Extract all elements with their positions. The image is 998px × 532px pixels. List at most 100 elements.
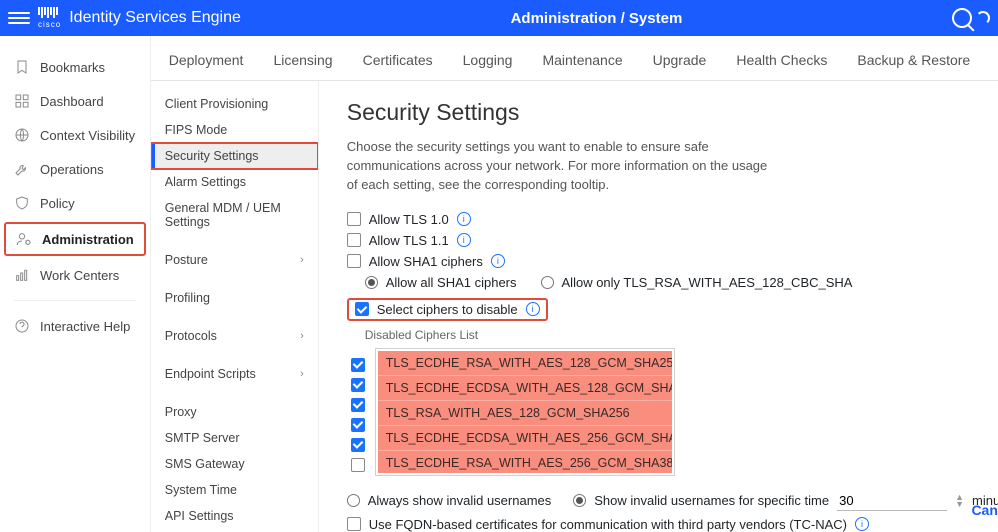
nav-dashboard[interactable]: Dashboard <box>0 84 150 118</box>
subnav-api-settings[interactable]: API Settings <box>151 503 318 529</box>
checkbox-tls10[interactable] <box>347 212 361 226</box>
tab-licensing[interactable]: Licensing <box>271 52 334 80</box>
subnav-profiling[interactable]: Profiling <box>151 285 318 311</box>
nav-policy[interactable]: Policy <box>0 186 150 220</box>
settings-subnav: Client Provisioning FIPS Mode Security S… <box>151 81 319 532</box>
label-always-show: Always show invalid usernames <box>368 493 552 508</box>
tabs: Deployment Licensing Certificates Loggin… <box>151 36 998 81</box>
subnav-smtp[interactable]: SMTP Server <box>151 425 318 451</box>
cisco-logo: cisco <box>38 7 61 29</box>
cipher-check-5[interactable] <box>351 458 365 472</box>
checkbox-sha1[interactable] <box>347 254 361 268</box>
spinner-icon[interactable]: ▲▼ <box>955 494 964 508</box>
shield-icon <box>14 195 30 211</box>
checkbox-select-ciphers[interactable] <box>355 302 369 316</box>
label-sha1: Allow SHA1 ciphers <box>369 254 483 269</box>
radio-always-show[interactable] <box>347 494 360 507</box>
radio-show-specific[interactable] <box>573 494 586 507</box>
primary-nav: Bookmarks Dashboard Context Visibility O… <box>0 36 151 532</box>
radio-sha1-only[interactable] <box>541 276 554 289</box>
tab-certificates[interactable]: Certificates <box>361 52 435 80</box>
subnav-fips-mode[interactable]: FIPS Mode <box>151 117 318 143</box>
info-icon[interactable]: i <box>491 254 505 268</box>
menu-toggle[interactable] <box>8 7 30 29</box>
nav-label: Context Visibility <box>40 128 135 143</box>
globe-icon <box>14 127 30 143</box>
nav-label: Bookmarks <box>40 60 105 75</box>
disabled-ciphers-label: Disabled Ciphers List <box>347 328 998 342</box>
label-fqdn: Use FQDN-based certificates for communic… <box>369 517 847 532</box>
cipher-check-4[interactable] <box>351 438 365 452</box>
label-sha1-only: Allow only TLS_RSA_WITH_AES_128_CBC_SHA <box>562 275 853 290</box>
info-icon[interactable]: i <box>457 212 471 226</box>
label-tls10: Allow TLS 1.0 <box>369 212 449 227</box>
nav-operations[interactable]: Operations <box>0 152 150 186</box>
nav-work-centers[interactable]: Work Centers <box>0 258 150 292</box>
cipher-check-2[interactable] <box>351 398 365 412</box>
cipher-option[interactable]: TLS_ECDHE_RSA_WITH_AES_128_GCM_SHA256 <box>378 351 672 376</box>
product-title: Identity Services Engine <box>69 9 241 27</box>
checkbox-fqdn[interactable] <box>347 517 361 531</box>
cipher-option[interactable]: TLS_ECDHE_ECDSA_WITH_AES_128_GCM_SHA256 <box>378 376 672 401</box>
page-intro: Choose the security settings you want to… <box>347 138 777 195</box>
tab-deployment[interactable]: Deployment <box>167 52 246 80</box>
search-icon[interactable] <box>952 8 972 28</box>
bars-icon <box>14 267 30 283</box>
checkbox-tls11[interactable] <box>347 233 361 247</box>
grid-icon <box>14 93 30 109</box>
bookmark-icon <box>14 59 30 75</box>
info-icon[interactable]: i <box>526 302 540 316</box>
tab-maintenance[interactable]: Maintenance <box>540 52 624 80</box>
subnav-endpoint-scripts[interactable]: Endpoint Scripts› <box>151 361 318 387</box>
tab-logging[interactable]: Logging <box>461 52 515 80</box>
cipher-option[interactable]: TLS_RSA_WITH_AES_128_GCM_SHA256 <box>378 401 672 426</box>
cipher-check-0[interactable] <box>351 358 365 372</box>
breadcrumb: Administration / System <box>241 10 952 27</box>
cipher-list[interactable]: TLS_ECDHE_RSA_WITH_AES_128_GCM_SHA256 TL… <box>375 348 675 476</box>
chevron-right-icon: › <box>300 368 304 380</box>
nav-administration[interactable]: Administration <box>4 222 146 256</box>
label-show-specific: Show invalid usernames for specific time <box>594 493 829 508</box>
nav-interactive-help[interactable]: Interactive Help <box>0 309 150 343</box>
question-icon <box>14 318 30 334</box>
main-panel: Security Settings Choose the security se… <box>319 81 998 532</box>
label-tls11: Allow TLS 1.1 <box>369 233 449 248</box>
info-icon[interactable]: i <box>457 233 471 247</box>
subnav-proxy[interactable]: Proxy <box>151 399 318 425</box>
subnav-alarm-settings[interactable]: Alarm Settings <box>151 169 318 195</box>
subnav-system-time[interactable]: System Time <box>151 477 318 503</box>
cipher-option[interactable]: TLS_ECDHE_ECDSA_WITH_AES_256_GCM_SHA384 <box>378 426 672 451</box>
cipher-check-3[interactable] <box>351 418 365 432</box>
subnav-security-settings[interactable]: Security Settings <box>151 143 318 169</box>
subnav-posture[interactable]: Posture› <box>151 247 318 273</box>
cipher-check-1[interactable] <box>351 378 365 392</box>
nav-label: Dashboard <box>40 94 104 109</box>
nav-bookmarks[interactable]: Bookmarks <box>0 50 150 84</box>
label-select-ciphers: Select ciphers to disable <box>377 302 518 317</box>
tab-health-checks[interactable]: Health Checks <box>734 52 829 80</box>
subnav-sms[interactable]: SMS Gateway <box>151 451 318 477</box>
subnav-protocols[interactable]: Protocols› <box>151 323 318 349</box>
chevron-right-icon: › <box>300 330 304 342</box>
user-gear-icon <box>16 231 32 247</box>
label-sha1-all: Allow all SHA1 ciphers <box>386 275 517 290</box>
nav-label: Work Centers <box>40 268 119 283</box>
nav-label: Administration <box>42 232 134 247</box>
highlight-select-ciphers: Select ciphers to disable i <box>347 298 548 321</box>
tab-backup-restore[interactable]: Backup & Restore <box>855 52 972 80</box>
chevron-right-icon: › <box>300 254 304 266</box>
wrench-icon <box>14 161 30 177</box>
nav-context-visibility[interactable]: Context Visibility <box>0 118 150 152</box>
nav-label: Operations <box>40 162 104 177</box>
help-icon[interactable] <box>976 11 990 25</box>
subnav-general-mdm[interactable]: General MDM / UEM Settings <box>151 195 318 235</box>
radio-sha1-all[interactable] <box>365 276 378 289</box>
nav-label: Interactive Help <box>40 319 130 334</box>
cipher-option[interactable]: TLS_ECDHE_RSA_WITH_AES_256_GCM_SHA384 <box>378 451 672 473</box>
cancel-button[interactable]: Cancel <box>971 502 998 518</box>
subnav-client-provisioning[interactable]: Client Provisioning <box>151 91 318 117</box>
specific-time-input[interactable] <box>837 491 947 511</box>
info-icon[interactable]: i <box>855 517 869 531</box>
page-title: Security Settings <box>347 99 998 126</box>
tab-upgrade[interactable]: Upgrade <box>651 52 709 80</box>
